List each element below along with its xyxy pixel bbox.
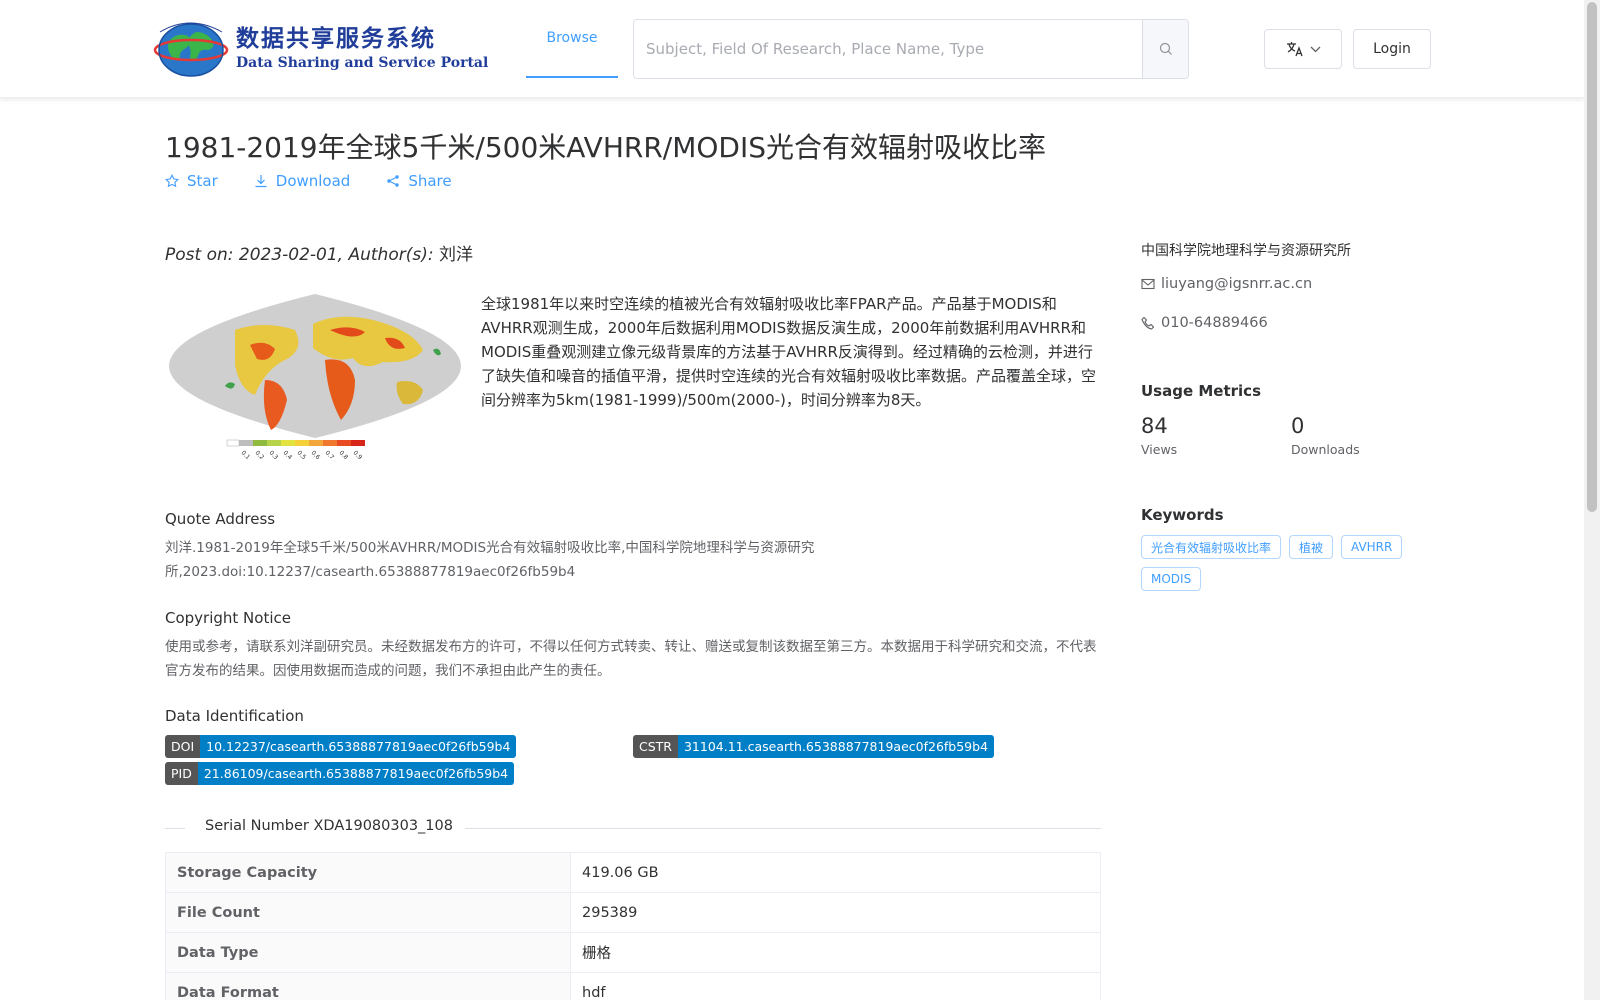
download-icon: [255, 175, 267, 188]
logo-title-cn: 数据共享服务系统: [236, 26, 436, 52]
globe-logo-icon: [153, 22, 229, 77]
post-meta: Post on: 2023-02-01, Author(s): 刘洋: [165, 240, 473, 265]
legend-tick-label: 0.3: [268, 449, 280, 461]
doi-badge-key: DOI: [165, 735, 201, 758]
phone-text: 010-64889466: [1161, 315, 1268, 331]
dataset-actions: Star Download Share: [165, 172, 452, 190]
dataset-info-table: Storage Capacity 419.06 GB File Count 29538…: [165, 852, 1101, 1000]
download-button[interactable]: Download: [254, 172, 351, 190]
info-value: hdf: [570, 972, 1101, 1000]
legend-tick-label: 0.2: [254, 449, 266, 461]
data-identification-label: Data Identification: [165, 707, 304, 725]
share-icon: [387, 175, 400, 187]
doi-badge-value: 10.12237/casearth.65388877819aec0f26fb59…: [200, 735, 517, 758]
star-icon: [165, 174, 179, 188]
pid-badge-key: PID: [165, 762, 198, 785]
search-bar: [633, 19, 1189, 79]
share-label: Share: [408, 172, 452, 190]
mail-icon: [1141, 278, 1155, 290]
legend-tick-label: 0.8: [338, 449, 350, 461]
share-button[interactable]: Share: [386, 172, 452, 190]
info-table-row: Data Type 栅格: [165, 932, 1101, 973]
downloads-count: 0: [1291, 414, 1305, 438]
top-header: 数据共享服务系统 Data Sharing and Service Portal…: [0, 0, 1584, 98]
contact-email[interactable]: liuyang@igsnrr.ac.cn: [1141, 276, 1312, 292]
views-label: Views: [1141, 442, 1178, 457]
author-name: 刘洋: [438, 245, 473, 265]
legend-tick-label: 0.4: [282, 449, 294, 461]
contact-phone[interactable]: 010-64889466: [1141, 315, 1268, 331]
info-key: File Count: [165, 892, 571, 933]
serial-number-divider: Serial Number XDA19080303_108: [165, 816, 1101, 840]
chevron-down-icon: [1310, 46, 1320, 52]
dataset-title: 1981-2019年全球5千米/500米AVHRR/MODIS光合有效辐射吸收比…: [165, 131, 1047, 164]
cstr-badge-key: CSTR: [633, 735, 678, 758]
keywords-heading: Keywords: [1141, 506, 1224, 524]
page-scrollbar[interactable]: [1584, 0, 1600, 1000]
email-text: liuyang@igsnrr.ac.cn: [1161, 276, 1313, 292]
scrollbar-thumb[interactable]: [1587, 2, 1597, 512]
login-button[interactable]: Login: [1353, 29, 1431, 69]
dataset-description: 全球1981年以来时空连续的植被光合有效辐射吸收比率FPAR产品。产品基于MOD…: [481, 295, 1097, 409]
info-key: Storage Capacity: [165, 852, 571, 893]
serial-number: Serial Number XDA19080303_108: [205, 818, 453, 834]
star-label: Star: [187, 172, 218, 190]
copyright-label: Copyright Notice: [165, 609, 291, 627]
keyword-tag[interactable]: 植被: [1289, 535, 1334, 559]
legend-tick-label: 0.7: [324, 449, 336, 461]
info-value: 295389: [570, 892, 1101, 933]
phone-icon: [1141, 316, 1155, 330]
info-key: Data Type: [165, 932, 571, 973]
pid-badge-value: 21.86109/casearth.65388877819aec0f26fb59…: [197, 762, 515, 785]
info-value: 419.06 GB: [570, 852, 1101, 893]
search-button[interactable]: [1142, 20, 1188, 78]
copyright-text: 使用或参考，请联系刘洋副研究员。未经数据发布方的许可，不得以任何方式转卖、转让、…: [165, 639, 1097, 679]
info-key: Data Format: [165, 972, 571, 1000]
legend-tick-label: 0.1: [240, 449, 252, 461]
downloads-label: Downloads: [1291, 442, 1360, 457]
translate-icon: [1286, 42, 1303, 57]
keyword-tag[interactable]: MODIS: [1141, 567, 1202, 591]
organization-name: 中国科学院地理科学与资源研究所: [1141, 243, 1351, 259]
doi-badge[interactable]: DOI 10.12237/casearth.65388877819aec0f26…: [165, 735, 517, 758]
download-label: Download: [275, 172, 351, 190]
views-count: 84: [1141, 414, 1168, 438]
search-input[interactable]: [634, 20, 1142, 78]
site-logo[interactable]: 数据共享服务系统 Data Sharing and Service Portal: [152, 18, 488, 78]
keyword-tag[interactable]: AVHRR: [1341, 535, 1403, 559]
legend-tick-label: 0.9: [352, 449, 364, 461]
cstr-badge-value: 31104.11.casearth.65388877819aec0f26fb59…: [677, 735, 995, 758]
logo-title-en: Data Sharing and Service Portal: [236, 55, 489, 71]
quote-address-label: Quote Address: [165, 510, 276, 528]
usage-metrics-heading: Usage Metrics: [1141, 382, 1261, 400]
info-value: 栅格: [570, 932, 1101, 973]
nav-browse[interactable]: Browse: [526, 0, 618, 78]
legend-tick-label: 0.5: [296, 449, 308, 461]
star-button[interactable]: Star: [165, 172, 218, 190]
language-switch-button[interactable]: [1264, 29, 1342, 69]
quote-address-text: 刘洋.1981-2019年全球5千米/500米AVHRR/MODIS光合有效辐射…: [165, 540, 815, 580]
cstr-badge[interactable]: CSTR 31104.11.casearth.65388877819aec0f2…: [633, 735, 995, 758]
dataset-thumbnail-map[interactable]: 0.1 0.2 0.3 0.4 0.5 0.6 0.7 0.8 0.9: [165, 290, 465, 470]
keyword-tag[interactable]: 光合有效辐射吸收比率: [1141, 535, 1282, 559]
info-table-row: File Count 295389: [165, 892, 1101, 933]
post-date: Post on: 2023-02-01, Author(s):: [165, 245, 434, 265]
legend-tick-label: 0.6: [310, 449, 322, 461]
info-table-row: Storage Capacity 419.06 GB: [165, 852, 1101, 893]
search-icon: [1159, 42, 1172, 55]
pid-badge[interactable]: PID 21.86109/casearth.65388877819aec0f26…: [165, 762, 515, 785]
info-table-row: Data Format hdf: [165, 972, 1101, 1000]
